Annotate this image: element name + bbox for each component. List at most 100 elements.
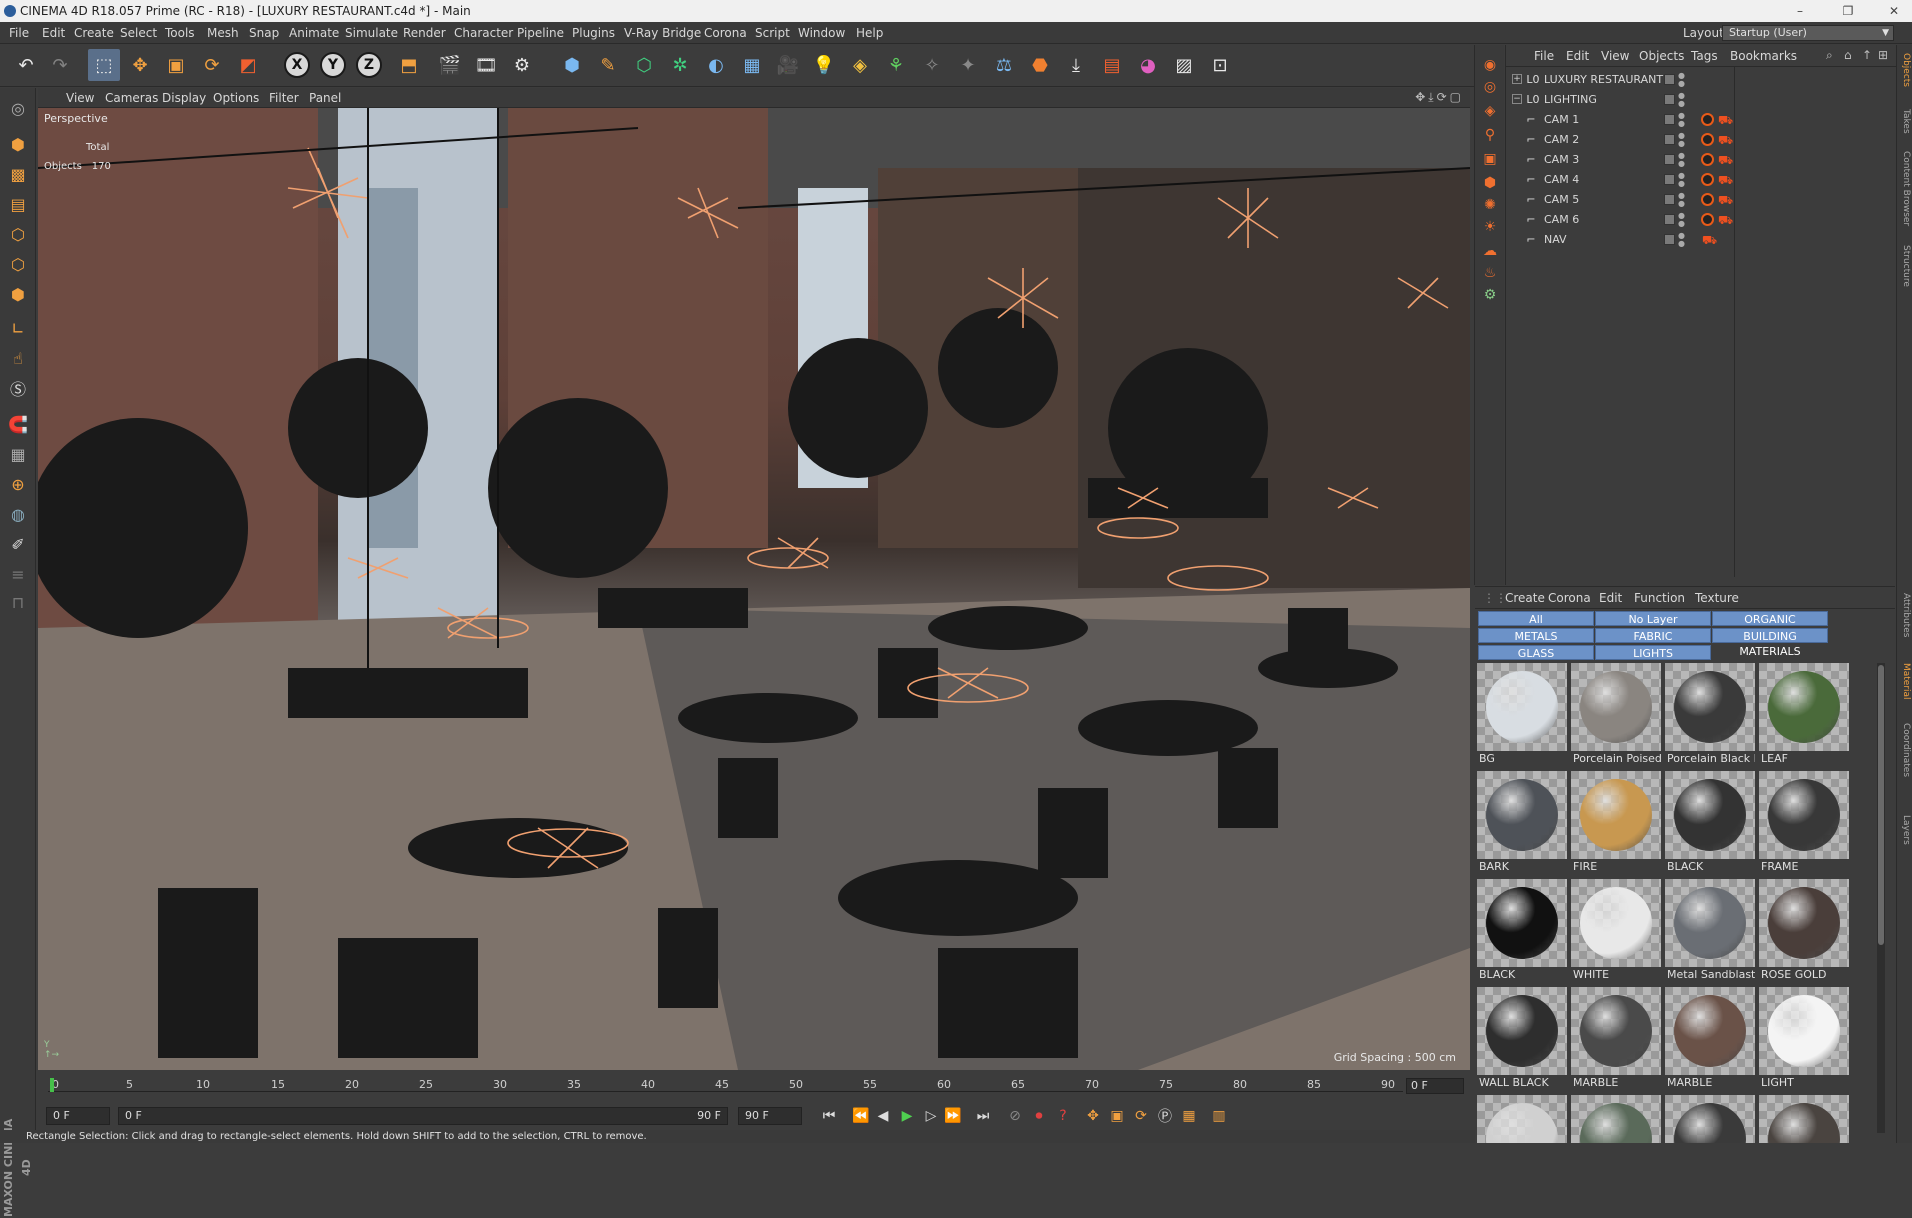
material-swatch[interactable] xyxy=(1477,1095,1567,1143)
material-swatch[interactable]: MARBLE xyxy=(1571,987,1661,1091)
lock-icon[interactable]: ⊓ xyxy=(4,588,32,616)
key-rotation-icon[interactable]: ⟳ xyxy=(1130,1106,1152,1126)
start-frame-field[interactable]: 0 F xyxy=(46,1107,110,1125)
object-menu-view[interactable]: View xyxy=(1601,45,1629,67)
object-row[interactable]: − L0 LIGHTING ● ● xyxy=(1506,90,1896,110)
menu-create[interactable]: Create xyxy=(74,22,114,44)
object-row[interactable]: + L0 LUXURY RESTAURANT ● ● xyxy=(1506,70,1896,90)
redo-icon[interactable]: ↷ xyxy=(44,49,76,81)
render-visibility-dots[interactable]: ● ● xyxy=(1678,112,1685,128)
menu-tools[interactable]: Tools xyxy=(165,22,195,44)
go-to-start-icon[interactable]: ⏮ xyxy=(818,1106,840,1126)
expand-toggle[interactable]: − xyxy=(1512,94,1522,104)
menu-corona[interactable]: Corona xyxy=(704,22,747,44)
tab-objects[interactable]: Objects xyxy=(1899,53,1911,87)
new-view-icon[interactable]: ⊞ xyxy=(1878,48,1888,62)
recent-tool-icon[interactable]: ◩ xyxy=(232,49,264,81)
object-menu-tags[interactable]: Tags xyxy=(1691,45,1718,67)
camera-tag-icon[interactable]: ⛟ xyxy=(1718,133,1733,149)
perspective-viewport[interactable]: Perspective Total Objects 170 Y ↑→ Grid Sp… xyxy=(38,108,1470,1070)
render-visibility-dots[interactable]: ● ● xyxy=(1678,132,1685,148)
layer-filter-no-layer[interactable]: No Layer xyxy=(1595,611,1711,626)
material-swatch[interactable]: FIRE xyxy=(1571,771,1661,875)
texture-mode-icon[interactable]: ▩ xyxy=(4,160,32,188)
lock-view-icon[interactable]: ⊡ xyxy=(1204,49,1236,81)
material-swatch[interactable]: ROSE GOLD xyxy=(1759,879,1849,983)
menu-vray-bridge[interactable]: V-Ray Bridge xyxy=(624,22,701,44)
camera-tag-icon[interactable]: ⛟ xyxy=(1702,233,1717,249)
scale-icon[interactable]: ▣ xyxy=(160,49,192,81)
menu-animate[interactable]: Animate xyxy=(289,22,339,44)
camera-tag-icon[interactable]: ⛟ xyxy=(1718,193,1733,209)
y-axis-lock-button[interactable]: Y xyxy=(317,49,349,81)
timeline-window-icon[interactable]: ▥ xyxy=(1208,1106,1230,1126)
viewport-menu-options[interactable]: Options xyxy=(213,88,259,108)
render-visibility-dots[interactable]: ● ● xyxy=(1678,172,1685,188)
key-scale-icon[interactable]: ▣ xyxy=(1106,1106,1128,1126)
sculpt-brush-icon[interactable]: ◍ xyxy=(4,500,32,528)
menu-script[interactable]: Script xyxy=(755,22,790,44)
undo-icon[interactable]: ↶ xyxy=(10,49,42,81)
keyframe-selection-icon[interactable]: ? xyxy=(1052,1106,1074,1126)
material-swatch[interactable]: LEAF xyxy=(1759,663,1849,767)
material-swatch[interactable] xyxy=(1759,1095,1849,1143)
layer-filter-metals[interactable]: METALS xyxy=(1478,628,1594,643)
corona-proxy-icon[interactable]: ☁ xyxy=(1480,241,1500,261)
layer-filter-organic[interactable]: ORGANIC xyxy=(1712,611,1828,626)
viewport-menu-cameras[interactable]: Cameras xyxy=(105,88,158,108)
vray-icon[interactable]: ▤ xyxy=(1096,49,1128,81)
render-visibility-dots[interactable]: ● ● xyxy=(1678,232,1685,248)
solo-mode-icon[interactable]: Ⓢ xyxy=(4,374,32,402)
object-row[interactable]: ⌐ CAM 4 ● ● ⛟ xyxy=(1506,170,1896,190)
material-swatch[interactable]: FRAME xyxy=(1759,771,1849,875)
timeline-ruler[interactable]: 0 5 10 15 20 25 30 35 40 45 50 55 60 65 … xyxy=(48,1078,1403,1092)
menu-select[interactable]: Select xyxy=(120,22,157,44)
corona-sky-icon[interactable]: ☀ xyxy=(1480,217,1500,237)
object-row[interactable]: ⌐ CAM 3 ● ● ⛟ xyxy=(1506,150,1896,170)
color-picker-icon[interactable]: ◕ xyxy=(1132,49,1164,81)
visibility-checkbox[interactable] xyxy=(1664,74,1675,85)
play-icon[interactable]: ▶ xyxy=(896,1106,918,1126)
visibility-checkbox[interactable] xyxy=(1664,114,1675,125)
menu-edit[interactable]: Edit xyxy=(42,22,65,44)
material-menu-corona[interactable]: Corona xyxy=(1548,587,1591,609)
corona-camera-icon[interactable]: ⬢ xyxy=(1480,173,1500,193)
model-mode-icon[interactable]: ◎ xyxy=(4,94,32,122)
live-selection-icon[interactable]: ⬚ xyxy=(88,49,120,81)
next-frame-icon[interactable]: ▷ xyxy=(920,1106,942,1126)
xpresso-icon[interactable]: ⚘ xyxy=(880,49,912,81)
z-axis-lock-button[interactable]: Z xyxy=(353,49,385,81)
viewport-navigation-icons[interactable]: ✥⤓⟳▢ xyxy=(1415,90,1464,105)
protection-tag-icon[interactable] xyxy=(1701,213,1714,226)
material-menu-create[interactable]: Create xyxy=(1505,587,1545,609)
layer-filter-building-materials[interactable]: BUILDING MATERIALS xyxy=(1712,628,1828,658)
pen-spline-icon[interactable]: ✎ xyxy=(592,49,624,81)
material-swatch[interactable]: BG xyxy=(1477,663,1567,767)
minimize-button[interactable]: – xyxy=(1782,0,1818,22)
key-parameter-icon[interactable]: Ⓟ xyxy=(1154,1106,1176,1126)
object-menu-bookmarks[interactable]: Bookmarks xyxy=(1730,45,1797,67)
protection-tag-icon[interactable] xyxy=(1701,173,1714,186)
expand-toggle[interactable]: + xyxy=(1512,74,1522,84)
visibility-checkbox[interactable] xyxy=(1664,234,1675,245)
corona-render-icon[interactable]: ◉ xyxy=(1480,55,1500,75)
corona-frame-buffer-icon[interactable]: ▣ xyxy=(1480,149,1500,169)
viewport-menu-panel[interactable]: Panel xyxy=(309,88,341,108)
protection-tag-icon[interactable] xyxy=(1701,193,1714,206)
layout-dropdown[interactable]: Startup (User) ▼ xyxy=(1722,25,1894,41)
menu-help[interactable]: Help xyxy=(856,22,883,44)
tab-takes[interactable]: Takes xyxy=(1899,109,1911,134)
object-row[interactable]: ⌐ CAM 2 ● ● ⛟ xyxy=(1506,130,1896,150)
object-menu-file[interactable]: File xyxy=(1534,45,1554,67)
tab-attributes[interactable]: Attributes xyxy=(1899,593,1911,637)
protection-tag-icon[interactable] xyxy=(1701,153,1714,166)
render-visibility-dots[interactable]: ● ● xyxy=(1678,92,1685,108)
material-swatch[interactable]: BARK xyxy=(1477,771,1567,875)
axis-mode-icon[interactable]: ∟ xyxy=(4,314,32,342)
object-menu-objects[interactable]: Objects xyxy=(1639,45,1684,67)
menu-pipeline[interactable]: Pipeline xyxy=(517,22,564,44)
material-swatch[interactable] xyxy=(1571,1095,1661,1143)
visibility-checkbox[interactable] xyxy=(1664,94,1675,105)
protection-tag-icon[interactable] xyxy=(1701,133,1714,146)
visibility-checkbox[interactable] xyxy=(1664,214,1675,225)
